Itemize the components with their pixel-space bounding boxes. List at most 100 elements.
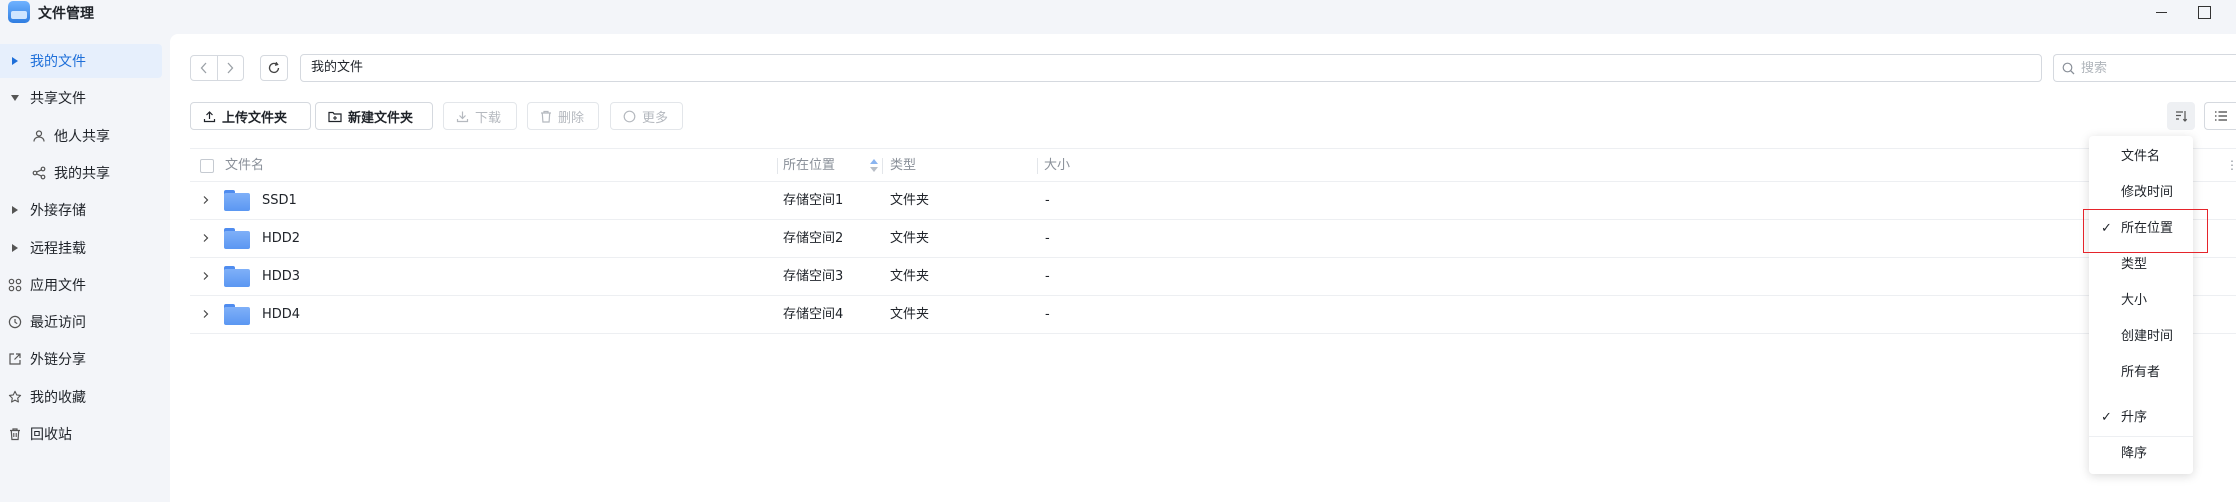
file-type: 文件夹 xyxy=(890,269,930,284)
minimize-icon[interactable] xyxy=(2151,2,2173,24)
path-bar[interactable]: 我的文件 xyxy=(300,54,2042,82)
list-view-button[interactable] xyxy=(2204,102,2236,130)
sidebar-item-label: 我的文件 xyxy=(30,54,86,70)
sidebar-item-link-share[interactable]: 外链分享 xyxy=(0,342,162,376)
sort-button[interactable] xyxy=(2167,102,2195,130)
sidebar-item-shared-files[interactable]: 共享文件 xyxy=(0,81,162,115)
clock-icon xyxy=(0,315,30,329)
sidebar-item-recent[interactable]: 最近访问 xyxy=(0,305,162,339)
sort-field-owner[interactable]: 所有者 xyxy=(2089,356,2193,390)
sidebar-item-label: 外链分享 xyxy=(30,352,86,368)
row-more-icon[interactable]: ⋮ xyxy=(2226,158,2236,172)
column-header-type[interactable]: 类型 xyxy=(890,149,916,182)
sidebar-item-shared-with-me[interactable]: 他人共享 xyxy=(0,119,162,153)
sidebar-item-recycle-bin[interactable]: 回收站 xyxy=(0,417,162,451)
trash-icon xyxy=(541,110,551,123)
file-type: 文件夹 xyxy=(890,307,930,322)
chevron-right-icon[interactable] xyxy=(201,271,211,281)
external-link-icon xyxy=(0,352,30,366)
check-icon: ✓ xyxy=(2101,410,2112,425)
column-header-name[interactable]: 文件名 xyxy=(225,149,264,182)
sidebar-item-external-storage[interactable]: 外接存储 xyxy=(0,193,162,227)
folder-icon xyxy=(224,228,250,249)
sidebar-item-label: 远程挂载 xyxy=(30,241,86,257)
sort-field-size[interactable]: 大小 xyxy=(2089,284,2193,318)
app-title: 文件管理 xyxy=(38,6,94,22)
column-resize-handle[interactable] xyxy=(777,158,778,174)
title-bar: 文件管理 xyxy=(0,0,2236,34)
file-type: 文件夹 xyxy=(890,193,930,208)
file-name: HDD4 xyxy=(262,307,301,322)
list-view-icon xyxy=(2214,111,2227,121)
sidebar-item-remote-mount[interactable]: 远程挂载 xyxy=(0,231,162,265)
forward-button[interactable] xyxy=(218,56,244,80)
column-header-size[interactable]: 大小 xyxy=(1044,149,1070,182)
file-location: 存储空间4 xyxy=(783,307,844,322)
sidebar-item-label: 他人共享 xyxy=(54,129,110,145)
more-button[interactable]: 更多 xyxy=(610,102,683,130)
more-circle-icon xyxy=(623,110,636,122)
sidebar-item-label: 我的收藏 xyxy=(30,390,86,406)
file-name: SSD1 xyxy=(262,193,297,208)
sidebar-item-favorites[interactable]: 我的收藏 xyxy=(0,380,162,414)
sidebar: 我的文件 共享文件 他人共享 我的共享 外接存储 远程挂载 应用文件 最近访问 xyxy=(0,34,168,502)
download-button[interactable]: 下载 xyxy=(443,102,517,130)
search-input[interactable] xyxy=(2081,60,2221,76)
search-icon xyxy=(2062,62,2075,74)
sidebar-item-label: 最近访问 xyxy=(30,315,86,331)
sidebar-item-label: 回收站 xyxy=(30,427,72,443)
file-size: - xyxy=(1045,231,1050,246)
table-row[interactable]: HDD4 存储空间4 文件夹 - xyxy=(190,296,2236,334)
file-size: - xyxy=(1045,307,1050,322)
caret-right-icon xyxy=(0,206,30,214)
refresh-button[interactable] xyxy=(260,55,288,81)
sidebar-item-label: 应用文件 xyxy=(30,278,86,294)
apps-icon xyxy=(0,278,30,292)
selected-item-highlight xyxy=(2083,209,2208,253)
sort-field-type[interactable]: 类型 xyxy=(2089,248,2193,282)
sidebar-item-label: 我的共享 xyxy=(54,166,110,182)
sidebar-item-my-files[interactable]: 我的文件 xyxy=(0,44,162,78)
table-header: 文件名 所在位置 类型 大小 xyxy=(190,148,2236,182)
file-size: - xyxy=(1045,193,1050,208)
sort-field-created[interactable]: 创建时间 xyxy=(2089,320,2193,354)
share-icon xyxy=(24,166,54,180)
select-all-checkbox[interactable] xyxy=(200,159,214,173)
sort-order-asc[interactable]: ✓ 升序 xyxy=(2089,401,2193,435)
sidebar-item-label: 外接存储 xyxy=(30,203,86,219)
caret-right-icon xyxy=(0,244,30,252)
upload-folder-button[interactable]: 上传文件夹 xyxy=(190,102,311,130)
new-folder-button[interactable]: 新建文件夹 xyxy=(315,102,433,130)
file-name: HDD3 xyxy=(262,269,301,284)
sort-caret-icon[interactable] xyxy=(870,159,878,173)
upload-icon xyxy=(203,110,216,122)
column-resize-handle[interactable] xyxy=(1037,158,1038,174)
file-location: 存储空间2 xyxy=(783,231,844,246)
sort-icon xyxy=(2176,111,2188,122)
table-row[interactable]: SSD1 存储空间1 文件夹 - xyxy=(190,182,2236,220)
users-icon xyxy=(24,129,54,143)
chevron-right-icon[interactable] xyxy=(201,233,211,243)
search-box[interactable] xyxy=(2053,54,2236,82)
sidebar-item-my-shares[interactable]: 我的共享 xyxy=(0,156,162,190)
delete-button[interactable]: 删除 xyxy=(527,102,599,130)
sort-field-name[interactable]: 文件名 xyxy=(2089,140,2193,174)
sort-menu: 文件名 修改时间 ✓ 所在位置 类型 大小 创建时间 所有者 ✓ 升序 降序 xyxy=(2089,136,2193,474)
sort-order-desc[interactable]: 降序 xyxy=(2089,437,2193,471)
table-row[interactable]: HDD3 存储空间3 文件夹 - xyxy=(190,258,2236,296)
file-type: 文件夹 xyxy=(890,231,930,246)
sidebar-item-app-files[interactable]: 应用文件 xyxy=(0,268,162,302)
chevron-right-icon[interactable] xyxy=(201,195,211,205)
maximize-icon[interactable] xyxy=(2193,2,2215,24)
chevron-right-icon[interactable] xyxy=(201,309,211,319)
chevron-left-icon xyxy=(200,62,207,74)
column-header-location[interactable]: 所在位置 xyxy=(783,149,835,182)
refresh-icon xyxy=(268,61,280,74)
star-icon xyxy=(0,390,30,404)
back-button[interactable] xyxy=(191,56,218,80)
caret-down-icon xyxy=(0,95,30,101)
sidebar-item-label: 共享文件 xyxy=(30,91,86,107)
sort-field-modified[interactable]: 修改时间 xyxy=(2089,176,2193,210)
table-row[interactable]: HDD2 存储空间2 文件夹 - xyxy=(190,220,2236,258)
column-resize-handle[interactable] xyxy=(882,158,883,174)
